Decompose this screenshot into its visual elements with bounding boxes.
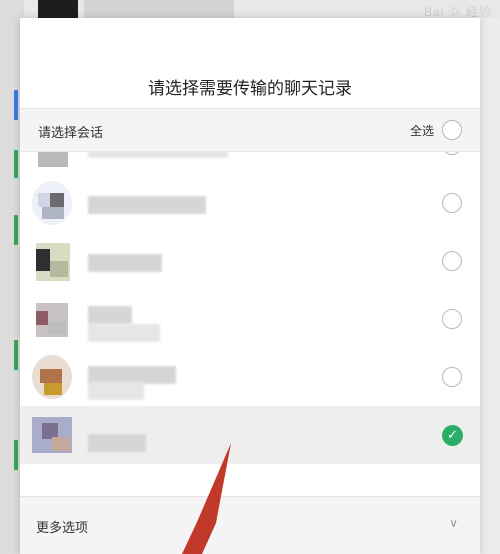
conversation-name-blurred: [88, 306, 132, 324]
sidebar-marker: [14, 440, 18, 470]
conversation-row-selected[interactable]: ✓: [20, 406, 480, 464]
conversation-checkbox[interactable]: [442, 193, 462, 213]
transfer-chat-dialog: 请选择需要传输的聊天记录 请选择会话 全选 ✓ 更多选项 ∨: [20, 18, 480, 554]
conversation-name-blurred: [88, 152, 228, 158]
conversation-avatar: [32, 152, 72, 167]
dialog-title: 请选择需要传输的聊天记录: [148, 79, 352, 98]
background-tab: [84, 0, 234, 18]
background-dark-block: [38, 0, 78, 18]
sidebar-marker: [14, 340, 18, 370]
conversation-checkbox[interactable]: [442, 251, 462, 271]
more-options-label: 更多选项: [36, 520, 89, 535]
sidebar-marker: [14, 90, 18, 120]
conversation-avatar: [32, 355, 72, 399]
chevron-down-icon[interactable]: ∨: [449, 516, 458, 530]
conversation-row[interactable]: [20, 348, 480, 406]
section-header: 请选择会话 全选: [20, 108, 480, 152]
sidebar-marker: [14, 150, 18, 178]
select-all-label[interactable]: 全选: [410, 122, 434, 139]
conversation-name-blurred: [88, 434, 146, 452]
sidebar-marker: [14, 215, 18, 245]
conversation-name-blurred: [88, 254, 162, 272]
conversation-name-blurred: [88, 324, 160, 342]
conversation-avatar: [32, 239, 72, 283]
section-label: 请选择会话: [38, 125, 104, 140]
conversation-name-blurred: [88, 382, 144, 400]
conversation-avatar: [32, 297, 72, 341]
conversation-row[interactable]: [20, 290, 480, 348]
conversation-avatar: [32, 413, 72, 457]
conversation-row[interactable]: [20, 152, 480, 174]
conversation-avatar: [32, 181, 72, 225]
selected-check-icon[interactable]: ✓: [442, 425, 463, 446]
conversation-checkbox[interactable]: [442, 152, 462, 155]
conversation-name-blurred: [88, 196, 206, 214]
conversation-list[interactable]: ✓: [20, 152, 480, 490]
conversation-checkbox[interactable]: [442, 309, 462, 329]
more-options-bar[interactable]: 更多选项 ∨: [20, 496, 480, 554]
conversation-checkbox[interactable]: [442, 367, 462, 387]
conversation-row[interactable]: [20, 232, 480, 290]
conversation-row[interactable]: [20, 174, 480, 232]
select-all-checkbox[interactable]: [442, 120, 462, 140]
